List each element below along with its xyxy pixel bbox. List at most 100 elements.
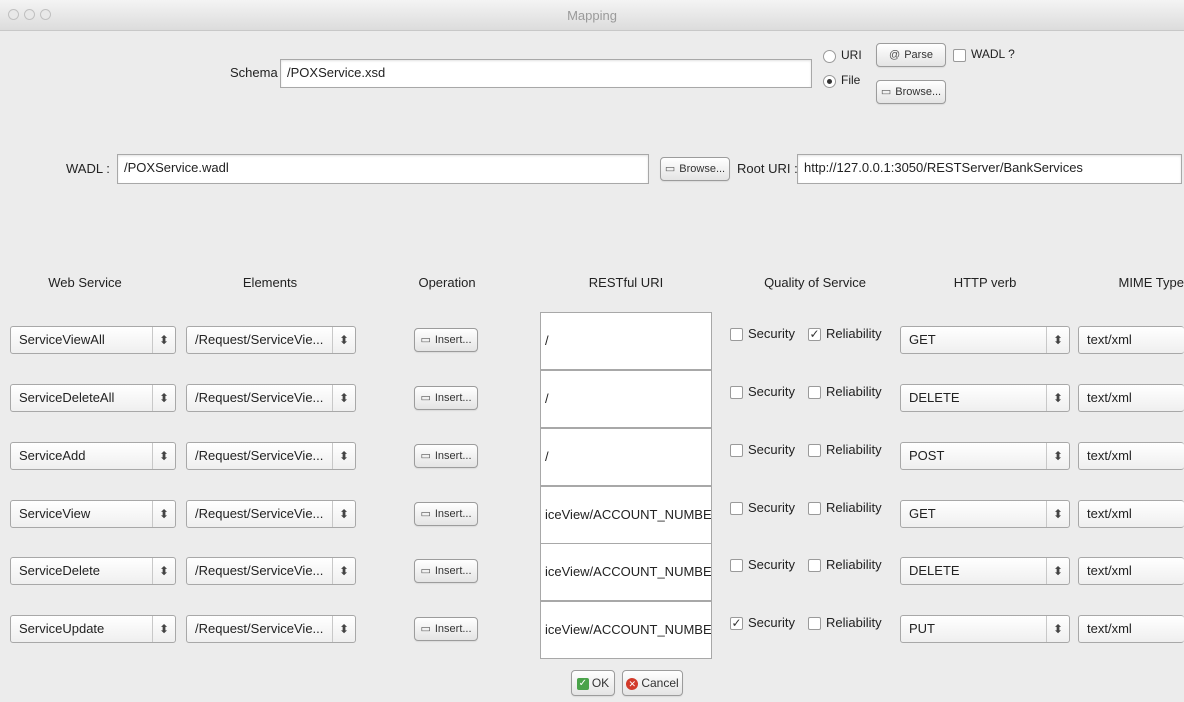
security-label: Security <box>748 442 795 457</box>
wadl-browse-button[interactable]: ▭ Browse... <box>660 157 730 181</box>
security-label: Security <box>748 384 795 399</box>
column-header-qos: Quality of Service <box>764 275 866 290</box>
file-radio-label: File <box>841 73 861 87</box>
web-service-value: ServiceAdd <box>19 448 86 463</box>
uri-radio[interactable] <box>823 50 836 63</box>
web-service-select[interactable]: ServiceViewAll ⬍ <box>10 326 176 354</box>
http-verb-select[interactable]: DELETE ⬍ <box>900 384 1070 412</box>
up-down-arrows-icon: ⬍ <box>332 558 355 584</box>
schema-input[interactable]: /POXService.xsd <box>280 59 812 88</box>
root-uri-label: Root URI : <box>737 161 798 176</box>
schema-browse-button[interactable]: ▭ Browse... <box>876 80 946 104</box>
mime-type-select[interactable]: text/xml <box>1078 500 1184 528</box>
reliability-checkbox[interactable] <box>808 444 821 457</box>
folder-icon: ▭ <box>420 565 431 577</box>
mime-type-value: text/xml <box>1087 621 1132 636</box>
root-uri-input[interactable]: http://127.0.0.1:3050/RESTServer/BankSer… <box>797 154 1182 184</box>
up-down-arrows-icon: ⬍ <box>332 385 355 411</box>
reliability-checkbox[interactable] <box>808 559 821 572</box>
http-verb-select[interactable]: POST ⬍ <box>900 442 1070 470</box>
elements-select[interactable]: /Request/ServiceVie... ⬍ <box>186 384 356 412</box>
up-down-arrows-icon: ⬍ <box>152 558 175 584</box>
parse-icon: @ <box>889 49 901 61</box>
http-verb-select[interactable]: PUT ⬍ <box>900 615 1070 643</box>
wadl-checkbox[interactable] <box>953 49 966 62</box>
cancel-button[interactable]: ✕ Cancel <box>622 670 683 696</box>
reliability-checkbox[interactable] <box>808 502 821 515</box>
security-label: Security <box>748 500 795 515</box>
web-service-select[interactable]: ServiceDeleteAll ⬍ <box>10 384 176 412</box>
parse-button[interactable]: @ Parse <box>876 43 946 67</box>
up-down-arrows-icon: ⬍ <box>1046 443 1069 469</box>
cancel-button-label: Cancel <box>641 676 679 690</box>
elements-select[interactable]: /Request/ServiceVie... ⬍ <box>186 326 356 354</box>
web-service-select[interactable]: ServiceView ⬍ <box>10 500 176 528</box>
ok-button-label: OK <box>591 676 610 690</box>
up-down-arrows-icon: ⬍ <box>332 327 355 353</box>
restful-uri-input[interactable]: / <box>540 428 712 486</box>
up-down-arrows-icon: ⬍ <box>152 443 175 469</box>
insert-button[interactable]: ▭ Insert... <box>414 617 478 641</box>
reliability-label: Reliability <box>826 326 882 341</box>
insert-button[interactable]: ▭ Insert... <box>414 328 478 352</box>
elements-select[interactable]: /Request/ServiceVie... ⬍ <box>186 500 356 528</box>
security-label: Security <box>748 557 795 572</box>
reliability-label: Reliability <box>826 615 882 630</box>
schema-label: Schema <box>230 65 278 80</box>
elements-value: /Request/ServiceVie... <box>195 332 324 347</box>
web-service-select[interactable]: ServiceAdd ⬍ <box>10 442 176 470</box>
restful-uri-input[interactable]: iceView/ACCOUNT_NUMBER} <box>540 543 712 601</box>
insert-button[interactable]: ▭ Insert... <box>414 502 478 526</box>
mime-type-select[interactable]: text/xml <box>1078 615 1184 643</box>
security-checkbox[interactable] <box>730 559 743 572</box>
up-down-arrows-icon: ⬍ <box>152 385 175 411</box>
schema-browse-label: Browse... <box>895 86 942 98</box>
up-down-arrows-icon: ⬍ <box>1046 558 1069 584</box>
folder-icon: ▭ <box>880 86 892 98</box>
reliability-checkbox[interactable]: ✓ <box>808 328 821 341</box>
elements-select[interactable]: /Request/ServiceVie... ⬍ <box>186 442 356 470</box>
restful-uri-input[interactable]: iceView/ACCOUNT_NUMBER} <box>540 486 712 544</box>
web-service-select[interactable]: ServiceUpdate ⬍ <box>10 615 176 643</box>
http-verb-value: GET <box>909 506 936 521</box>
mime-type-select[interactable]: text/xml <box>1078 326 1184 354</box>
reliability-label: Reliability <box>826 557 882 572</box>
reliability-checkbox[interactable] <box>808 617 821 630</box>
restful-uri-input[interactable]: / <box>540 370 712 428</box>
mime-type-select[interactable]: text/xml <box>1078 442 1184 470</box>
folder-icon: ▭ <box>420 334 431 346</box>
folder-icon: ▭ <box>420 623 431 635</box>
title-bar: Mapping <box>0 0 1184 31</box>
security-checkbox[interactable] <box>730 502 743 515</box>
security-checkbox[interactable] <box>730 386 743 399</box>
column-header-http-verb: HTTP verb <box>953 275 1017 290</box>
wadl-input[interactable]: /POXService.wadl <box>117 154 649 184</box>
up-down-arrows-icon: ⬍ <box>1046 327 1069 353</box>
mime-type-select[interactable]: text/xml <box>1078 384 1184 412</box>
insert-button[interactable]: ▭ Insert... <box>414 386 478 410</box>
web-service-select[interactable]: ServiceDelete ⬍ <box>10 557 176 585</box>
elements-select[interactable]: /Request/ServiceVie... ⬍ <box>186 557 356 585</box>
insert-button-label: Insert... <box>434 623 472 635</box>
elements-select[interactable]: /Request/ServiceVie... ⬍ <box>186 615 356 643</box>
wadl-checkbox-label: WADL ? <box>971 47 1015 61</box>
security-checkbox[interactable] <box>730 328 743 341</box>
web-service-value: ServiceUpdate <box>19 621 105 636</box>
insert-button[interactable]: ▭ Insert... <box>414 559 478 583</box>
column-header-web-service: Web Service <box>48 275 122 290</box>
restful-uri-input[interactable]: / <box>540 312 712 370</box>
restful-uri-input[interactable]: iceView/ACCOUNT_NUMBER} <box>540 601 712 659</box>
security-checkbox[interactable]: ✓ <box>730 617 743 630</box>
insert-button[interactable]: ▭ Insert... <box>414 444 478 468</box>
up-down-arrows-icon: ⬍ <box>332 443 355 469</box>
http-verb-select[interactable]: GET ⬍ <box>900 500 1070 528</box>
http-verb-select[interactable]: GET ⬍ <box>900 326 1070 354</box>
security-checkbox[interactable] <box>730 444 743 457</box>
checkmark-icon: ✓ <box>576 677 589 690</box>
file-radio[interactable] <box>823 75 836 88</box>
http-verb-select[interactable]: DELETE ⬍ <box>900 557 1070 585</box>
ok-button[interactable]: ✓ OK <box>571 670 615 696</box>
mime-type-select[interactable]: text/xml <box>1078 557 1184 585</box>
reliability-label: Reliability <box>826 442 882 457</box>
reliability-checkbox[interactable] <box>808 386 821 399</box>
